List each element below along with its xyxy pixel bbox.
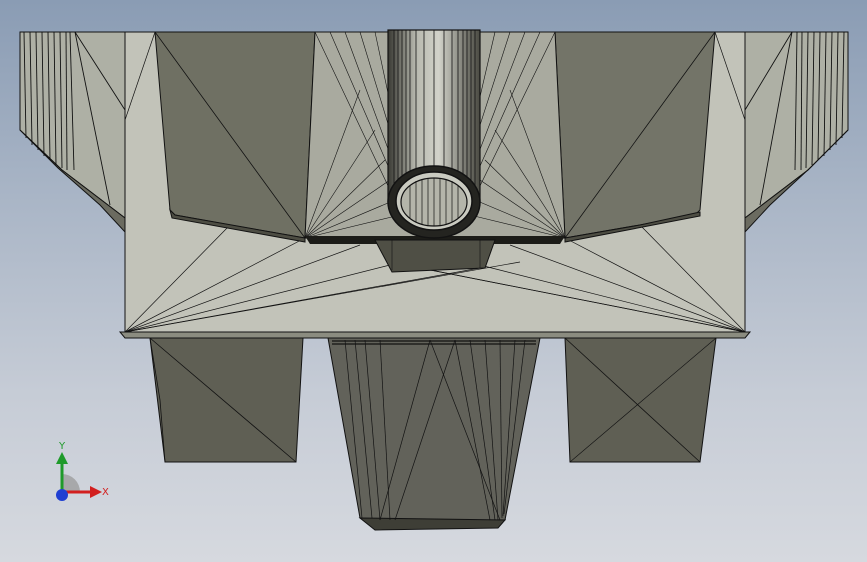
flange-left xyxy=(19,31,126,234)
x-axis-label: X xyxy=(102,487,109,498)
coordinate-triad: Y X xyxy=(40,440,120,510)
graphics-viewport[interactable]: Y X xyxy=(0,0,867,562)
leg-center xyxy=(327,337,541,531)
y-axis-label: Y xyxy=(59,441,66,452)
leg-right xyxy=(564,337,717,463)
leg-left xyxy=(149,337,304,463)
tube xyxy=(387,29,481,239)
pocket-left xyxy=(154,31,316,243)
triad-graphic xyxy=(56,452,102,501)
z-axis-dot xyxy=(56,489,68,501)
flange-right xyxy=(744,31,849,234)
center-boss xyxy=(374,239,496,273)
cad-model[interactable] xyxy=(0,0,867,562)
pocket-right xyxy=(554,31,716,243)
